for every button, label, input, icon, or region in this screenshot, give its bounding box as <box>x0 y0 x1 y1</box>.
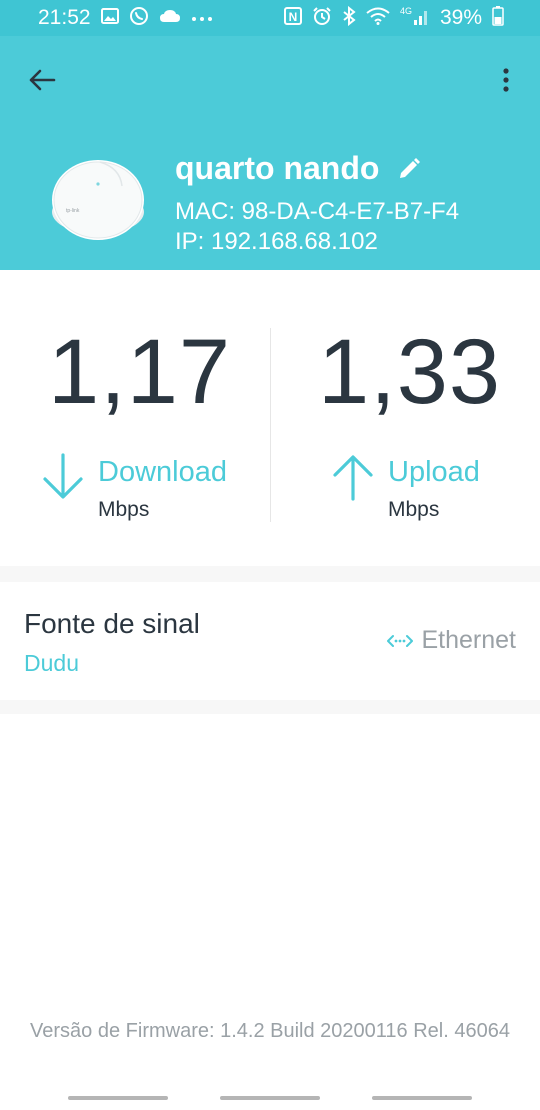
speed-divider <box>270 328 271 522</box>
download-unit: Mbps <box>98 498 150 521</box>
connection-type-label: Ethernet <box>421 626 516 654</box>
download-speed-value: 1,17 <box>48 321 232 423</box>
section-separator <box>0 566 540 582</box>
pencil-icon <box>400 157 421 178</box>
nfc-icon: N <box>283 6 302 30</box>
status-time: 21:52 <box>38 6 91 29</box>
more-options-button[interactable] <box>492 60 520 100</box>
image-icon <box>100 7 119 30</box>
signal-source-row[interactable]: Fonte de sinal Dudu Ethernet <box>0 582 540 700</box>
device-ip: IP: 192.168.68.102 <box>175 228 378 255</box>
svg-text:N: N <box>289 10 298 24</box>
nav-home-button[interactable] <box>220 1096 320 1100</box>
whatsapp-icon <box>129 6 149 31</box>
back-button[interactable] <box>22 60 62 100</box>
bluetooth-icon <box>342 5 356 31</box>
signal-source-name[interactable]: Dudu <box>24 650 79 677</box>
status-right: N 4G 39% <box>283 0 504 36</box>
battery-icon <box>492 5 504 31</box>
deco-device-image: tp-link <box>50 150 146 242</box>
upload-unit: Mbps <box>388 498 440 521</box>
nav-recent-button[interactable] <box>68 1096 168 1100</box>
section-separator <box>0 700 540 714</box>
firmware-version: Versão de Firmware: 1.4.2 Build 20200116… <box>30 1020 510 1042</box>
upload-arrow-icon <box>330 452 376 502</box>
system-nav-bar <box>0 1088 540 1110</box>
alarm-icon <box>312 6 332 31</box>
more-dots-icon <box>191 9 213 27</box>
svg-text:tp-link: tp-link <box>66 208 80 214</box>
network-type: 4G <box>400 6 412 16</box>
download-label: Download <box>98 456 227 488</box>
device-mac: MAC: 98-DA-C4-E7-B7-F4 <box>175 198 460 225</box>
status-bar: 21:52 N 4G 39% <box>0 0 540 36</box>
device-name: quarto nando <box>175 150 380 186</box>
connection-type: Ethernet <box>387 626 516 655</box>
upload-label: Upload <box>388 456 480 488</box>
status-left: 21:52 <box>38 0 213 36</box>
signal-source-title: Fonte de sinal <box>24 608 200 639</box>
battery-percent: 39% <box>439 6 482 29</box>
device-header: tp-link quarto nando MAC: 98-DA-C4-E7-B7… <box>0 36 540 270</box>
ethernet-icon <box>387 634 414 647</box>
speed-panel: 1,17 Download Mbps 1,33 Upload Mbps <box>0 270 540 566</box>
cloud-icon <box>159 8 181 29</box>
edit-name-button[interactable] <box>395 155 423 183</box>
download-arrow-icon <box>40 452 86 502</box>
device-name-row: quarto nando <box>175 150 423 187</box>
nav-back-button[interactable] <box>372 1096 472 1100</box>
wifi-icon <box>366 7 390 30</box>
signal-icon: 4G <box>400 6 430 31</box>
back-arrow-icon <box>29 69 56 91</box>
upload-speed-value: 1,33 <box>318 321 502 423</box>
more-vertical-icon <box>503 68 509 92</box>
